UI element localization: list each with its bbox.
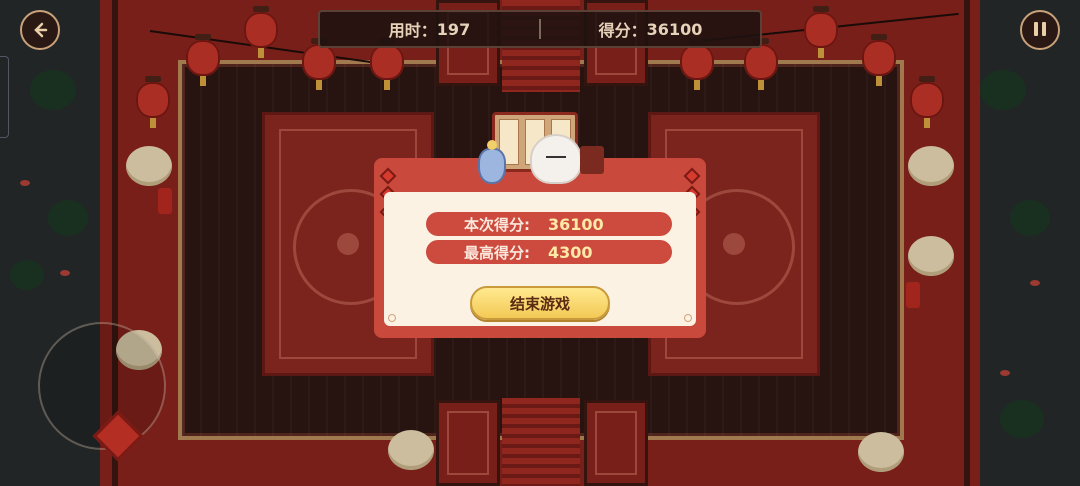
hud-status-bar: 用时： 197 得分： 36100 [318,10,762,48]
corner-ornament [684,314,692,322]
side-tab[interactable] [0,56,9,138]
back-arrow-icon [34,22,48,38]
score-value: 36100 [646,19,703,39]
pause-icon [1032,21,1048,40]
score-label: 得分： [598,21,647,40]
pause-button[interactable] [1020,10,1060,50]
result-dialog: 本次得分: 36100 最高得分: 4300 结束游戏 [374,158,706,338]
vase-icon [478,140,506,184]
best-score-row: 最高得分: 4300 [426,240,672,264]
end-game-button[interactable]: 结束游戏 [470,286,610,320]
best-score-value: 4300 [548,242,593,262]
knot-ornament-icon [379,167,397,185]
current-score-label: 本次得分: [464,215,530,234]
time-value: 197 [436,19,471,39]
best-score-label: 最高得分: [464,243,530,262]
score-display: 得分： 36100 [541,17,760,41]
time-label: 用时： [388,21,437,40]
knot-ornament-icon [683,167,701,185]
back-button[interactable] [20,10,60,50]
current-score-row: 本次得分: 36100 [426,212,672,236]
current-score-value: 36100 [548,214,604,234]
time-display: 用时： 197 [320,17,539,41]
table-icon [580,146,604,174]
character-avatar [530,134,582,184]
corner-ornament [388,314,396,322]
